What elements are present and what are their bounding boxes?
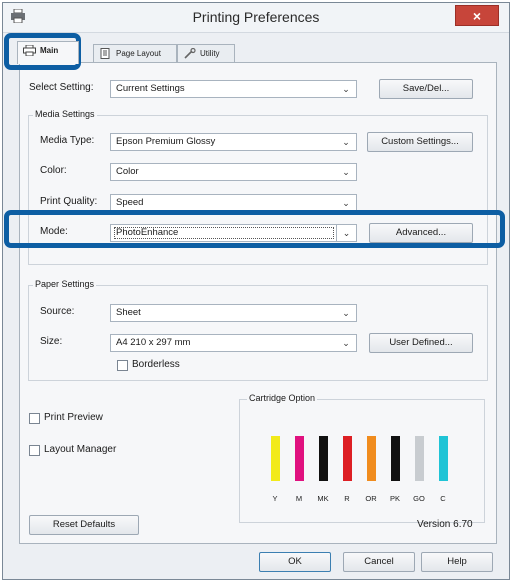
reset-defaults-button[interactable]: Reset Defaults	[29, 515, 139, 535]
ok-button[interactable]: OK	[259, 552, 331, 572]
chevron-down-icon: ⌄	[342, 137, 350, 147]
ink-label-y: Y	[272, 494, 278, 503]
print-preview-label: Print Preview	[44, 412, 103, 423]
ink-bar-r	[343, 436, 352, 481]
ink-label-c: C	[440, 494, 446, 503]
media-type-label: Media Type:	[40, 135, 95, 146]
paper-settings-title: Paper Settings	[33, 279, 97, 289]
size-value: A4 210 x 297 mm	[116, 337, 191, 348]
source-dropdown[interactable]: Sheet ⌄	[110, 304, 357, 322]
color-value: Color	[116, 166, 139, 177]
print-quality-label: Print Quality:	[40, 196, 98, 207]
source-label: Source:	[40, 306, 75, 317]
color-label: Color:	[40, 165, 67, 176]
media-settings-title: Media Settings	[33, 109, 97, 119]
tab-main-label: Main	[40, 46, 59, 55]
ink-bar-m	[295, 436, 304, 481]
ink-label-go: GO	[413, 494, 425, 503]
ink-label-or: OR	[365, 494, 377, 503]
ink-label-pk: PK	[389, 494, 400, 503]
tab-utility-label: Utility	[200, 49, 220, 58]
print-preview-checkbox[interactable]	[29, 413, 40, 424]
wrench-icon	[184, 48, 196, 59]
size-label: Size:	[40, 336, 63, 347]
chevron-down-icon: ⌄	[342, 308, 350, 318]
cancel-button[interactable]: Cancel	[343, 552, 415, 572]
ink-bar-y	[271, 436, 280, 481]
close-button[interactable]: ×	[455, 5, 499, 26]
title-bar: Printing Preferences ×	[3, 3, 509, 33]
borderless-checkbox[interactable]	[117, 360, 128, 371]
window-title: Printing Preferences	[192, 9, 320, 25]
ink-bar-mk	[319, 436, 328, 481]
tab-page-layout[interactable]: Page Layout	[93, 44, 177, 63]
tab-main[interactable]: Main	[17, 41, 79, 64]
ink-label-m: M	[295, 494, 303, 503]
save-del-button[interactable]: Save/Del...	[379, 79, 473, 99]
mode-row-highlight	[4, 210, 505, 248]
media-type-dropdown[interactable]: Epson Premium Glossy ⌄	[110, 133, 357, 151]
tab-utility[interactable]: Utility	[177, 44, 235, 63]
ink-bar-go	[415, 436, 424, 481]
ink-label-r: R	[344, 494, 350, 503]
chevron-down-icon: ⌄	[342, 84, 350, 94]
tab-page-layout-label: Page Layout	[116, 49, 161, 58]
source-value: Sheet	[116, 307, 141, 318]
help-button[interactable]: Help	[421, 552, 493, 572]
select-setting-value: Current Settings	[116, 83, 185, 94]
chevron-down-icon: ⌄	[342, 167, 350, 177]
select-setting-dropdown[interactable]: Current Settings ⌄	[110, 80, 357, 98]
layout-manager-checkbox[interactable]	[29, 445, 40, 456]
cartridge-option-title: Cartridge Option	[247, 393, 318, 403]
borderless-label: Borderless	[132, 359, 180, 370]
media-type-value: Epson Premium Glossy	[116, 136, 216, 147]
custom-settings-button[interactable]: Custom Settings...	[367, 132, 473, 152]
ink-bar-c	[439, 436, 448, 481]
chevron-down-icon: ⌄	[342, 198, 350, 208]
size-dropdown[interactable]: A4 210 x 297 mm ⌄	[110, 334, 357, 352]
ink-bar-or	[367, 436, 376, 481]
page-layout-icon	[100, 48, 110, 59]
version-text: Version 6.70	[417, 519, 473, 530]
ink-label-mk: MK	[317, 494, 329, 503]
color-dropdown[interactable]: Color ⌄	[110, 163, 357, 181]
layout-manager-label: Layout Manager	[44, 444, 117, 455]
select-setting-label: Select Setting:	[29, 82, 94, 93]
user-defined-button[interactable]: User Defined...	[369, 333, 473, 353]
printer-tab-icon	[23, 45, 36, 56]
ink-bar-pk	[391, 436, 400, 481]
printing-preferences-window: Printing Preferences × Main Page Layout	[2, 2, 510, 580]
print-quality-value: Speed	[116, 197, 144, 208]
chevron-down-icon: ⌄	[342, 338, 350, 348]
